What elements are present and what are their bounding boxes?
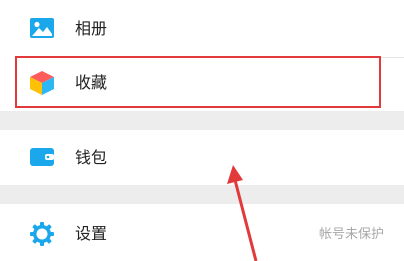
favorites-highlight-box (15, 56, 381, 108)
menu-item-album[interactable]: 相册 (0, 0, 404, 58)
photo-album-icon (29, 16, 55, 42)
section-gap (0, 185, 404, 204)
menu-item-settings-label: 设置 (75, 224, 108, 243)
menu-item-album-label: 相册 (75, 19, 108, 38)
menu-item-wallet[interactable]: 钱包 (0, 130, 404, 185)
settings-menu-page: 相册 收藏 钱包 设置 帐号未保护 (0, 0, 404, 261)
account-unprotected-hint: 帐号未保护 (318, 227, 384, 242)
menu-item-settings[interactable]: 设置 帐号未保护 (0, 204, 404, 261)
section-gap (0, 111, 404, 130)
wallet-icon (29, 146, 55, 172)
menu-item-wallet-label: 钱包 (75, 148, 108, 167)
gear-icon (29, 221, 55, 247)
